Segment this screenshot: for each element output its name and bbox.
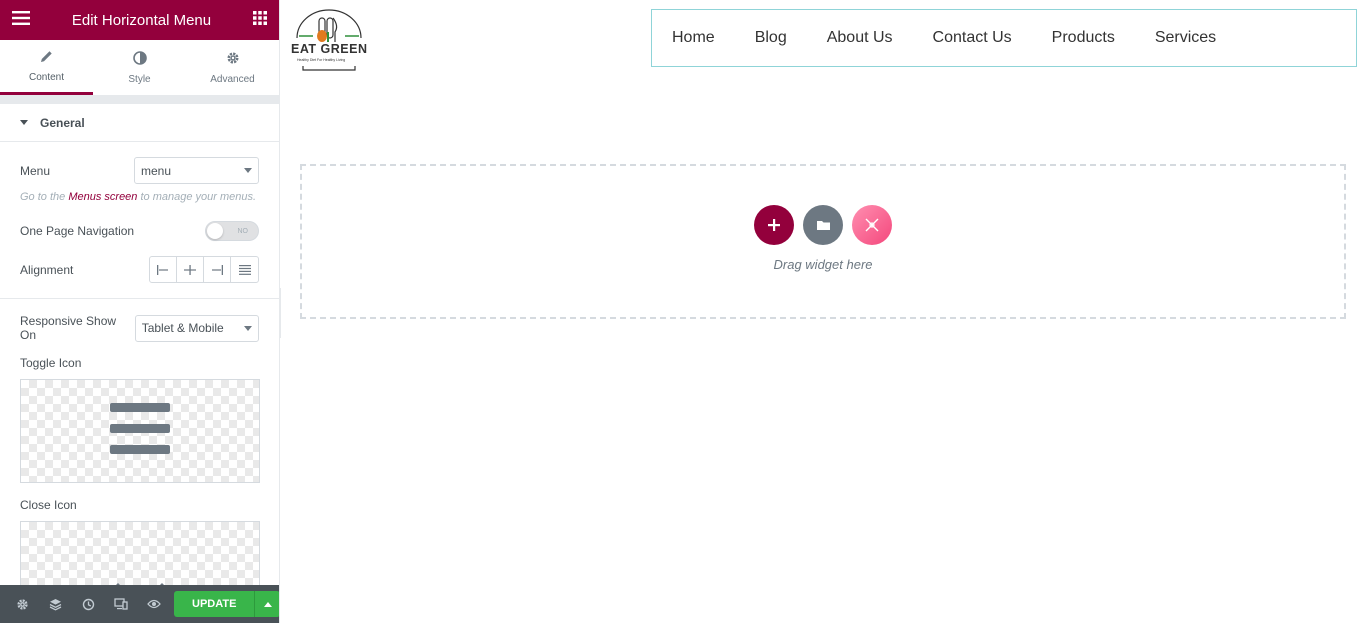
- align-right-icon[interactable]: [204, 257, 231, 282]
- hint-prefix: Go to the: [20, 191, 66, 203]
- responsive-mode-icon[interactable]: [105, 585, 138, 623]
- pencil-icon: [40, 50, 53, 66]
- update-options-button[interactable]: [254, 591, 279, 617]
- page-preview: EAT GREEN Healthy Diet For Healthy Livin…: [281, 0, 1366, 623]
- cross-tools-icon: [865, 218, 879, 232]
- nav-item-about-us[interactable]: About Us: [827, 29, 893, 47]
- hamburger-menu-icon[interactable]: [12, 10, 30, 30]
- menu-select[interactable]: menu: [134, 157, 259, 184]
- tab-advanced[interactable]: Advanced: [186, 40, 279, 95]
- alignment-choices: [149, 256, 259, 283]
- chevron-down-icon: [244, 325, 252, 331]
- one-page-nav-control: One Page Navigation NO: [0, 221, 279, 241]
- menus-screen-link[interactable]: Menus screen: [68, 191, 137, 203]
- toggle-knob: [207, 223, 223, 239]
- section-general-header[interactable]: General: [0, 104, 279, 142]
- align-center-icon[interactable]: [177, 257, 204, 282]
- nav-item-home[interactable]: Home: [672, 29, 715, 47]
- toggle-text: NO: [237, 227, 249, 235]
- align-left-icon[interactable]: [150, 257, 177, 282]
- hint-suffix: to manage your menus.: [140, 191, 257, 203]
- align-justify-icon[interactable]: [231, 257, 258, 282]
- tab-style[interactable]: Style: [93, 40, 186, 95]
- gear-icon: [226, 51, 240, 68]
- section-title: General: [40, 115, 85, 130]
- menu-select-value: menu: [141, 163, 172, 178]
- history-icon[interactable]: [72, 585, 105, 623]
- nav-item-contact-us[interactable]: Contact Us: [933, 29, 1012, 47]
- responsive-select[interactable]: Tablet & Mobile: [134, 314, 259, 342]
- chevron-down-icon: [244, 168, 252, 173]
- settings-gear-icon[interactable]: [6, 585, 39, 623]
- divider: [0, 298, 279, 299]
- plus-icon: [768, 219, 780, 231]
- addon-library-button[interactable]: [852, 205, 892, 245]
- tab-advanced-label: Advanced: [210, 73, 255, 85]
- widget-drop-zone[interactable]: Drag widget here: [300, 164, 1346, 319]
- toggle-icon-picker[interactable]: [20, 379, 260, 483]
- logo-text: EAT GREEN: [291, 42, 368, 56]
- add-section-buttons: [754, 205, 892, 245]
- logo-tagline: Healthy Diet For Healthy Living: [297, 58, 346, 62]
- close-icon-label: Close Icon: [20, 498, 77, 512]
- responsive-control: Responsive Show On Tablet & Mobile: [0, 314, 279, 342]
- toggle-icon-label: Toggle Icon: [20, 356, 82, 370]
- drag-widget-text: Drag widget here: [773, 257, 873, 272]
- responsive-select-value: Tablet & Mobile: [141, 321, 224, 335]
- tab-content[interactable]: Content: [0, 40, 93, 95]
- panel-footer: UPDATE: [0, 585, 279, 623]
- alignment-control: Alignment: [0, 256, 279, 283]
- section-separator: [0, 96, 279, 104]
- update-button[interactable]: UPDATE: [174, 591, 255, 617]
- horizontal-menu: Home Blog About Us Contact Us Products S…: [651, 9, 1357, 67]
- bars-icon: [108, 401, 172, 462]
- preview-eye-icon[interactable]: [138, 585, 171, 623]
- responsive-label: Responsive Show On: [20, 314, 117, 342]
- site-logo[interactable]: EAT GREEN Healthy Diet For Healthy Livin…: [289, 8, 369, 78]
- layers-icon[interactable]: [39, 585, 72, 623]
- one-page-nav-label: One Page Navigation: [20, 224, 135, 238]
- tab-content-label: Content: [28, 71, 65, 83]
- nav-item-blog[interactable]: Blog: [755, 29, 787, 47]
- menus-hint: Go to the Menus screen to manage your me…: [0, 191, 279, 203]
- contrast-icon: [132, 50, 147, 68]
- caret-down-icon: [20, 120, 28, 125]
- nav-item-products[interactable]: Products: [1052, 29, 1115, 47]
- one-page-nav-toggle[interactable]: NO: [205, 221, 259, 241]
- tab-style-label: Style: [128, 73, 151, 85]
- nav-item-services[interactable]: Services: [1155, 29, 1216, 47]
- widgets-grid-icon[interactable]: [252, 10, 267, 30]
- panel-header: Edit Horizontal Menu: [0, 0, 279, 40]
- menu-label: Menu: [20, 163, 51, 178]
- editor-panel: Edit Horizontal Menu Content Style Advan…: [0, 0, 280, 623]
- menu-control: Menu menu: [0, 157, 279, 184]
- panel-tabs: Content Style Advanced: [0, 40, 279, 96]
- add-section-button[interactable]: [754, 205, 794, 245]
- alignment-label: Alignment: [20, 262, 74, 277]
- panel-title: Edit Horizontal Menu: [71, 11, 212, 29]
- add-template-button[interactable]: [803, 205, 843, 245]
- folder-icon: [816, 221, 830, 230]
- logo-text-value: EAT GREEN: [291, 42, 368, 56]
